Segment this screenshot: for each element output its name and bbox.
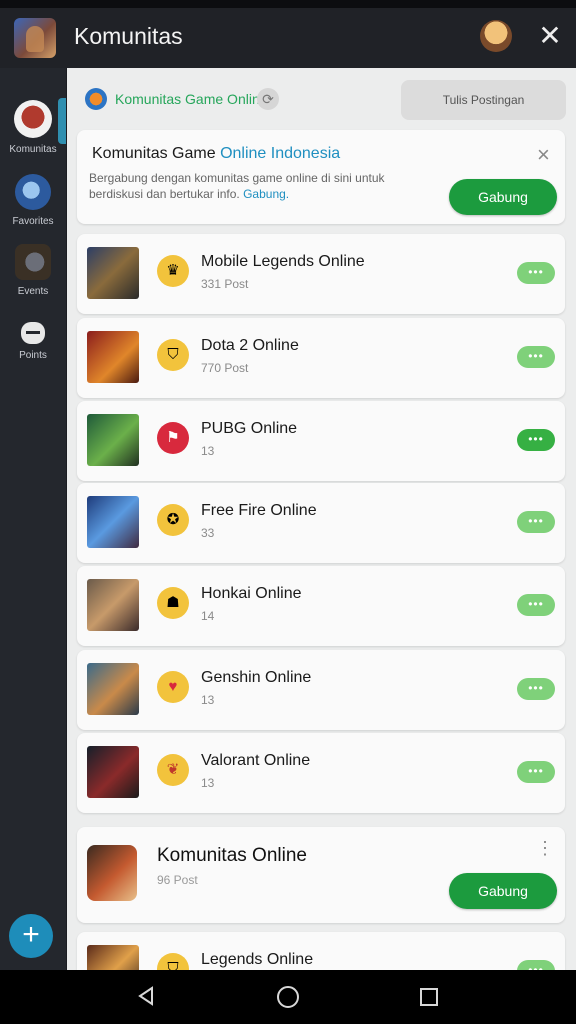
sidebar-item-events[interactable]: Events <box>0 244 66 297</box>
community-header: Komunitas Game Online ⟳ Tulis Postingan <box>67 68 576 128</box>
game-thumbnail <box>87 945 139 970</box>
list-item[interactable]: ☗ Honkai Online 14 ••• <box>77 566 565 646</box>
post-count: 96 Post <box>157 873 198 887</box>
join-button[interactable]: Gabung <box>449 873 557 909</box>
post-count: 33 <box>201 526 215 540</box>
list-item[interactable]: ⚑ PUBG Online 13 ••• <box>77 401 565 481</box>
sidebar: Komunitas Favorites Events Points + <box>0 68 66 970</box>
close-icon[interactable]: ✕ <box>534 20 566 52</box>
banner-title-accent: Online Indonesia <box>220 145 341 162</box>
shield-icon: ⛉ <box>157 953 189 970</box>
join-button[interactable]: Gabung <box>449 179 557 215</box>
post-count: 13 <box>201 776 215 790</box>
banner-description: Bergabung dengan komunitas game online d… <box>89 170 439 202</box>
welcome-banner: Komunitas Game Online Indonesia Bergabun… <box>77 130 565 224</box>
post-count: 13 <box>201 693 215 707</box>
back-icon[interactable] <box>136 986 156 1006</box>
favorites-icon <box>15 174 51 210</box>
game-title: Free Fire Online <box>201 502 317 519</box>
list-item[interactable]: ❦ Valorant Online 13 ••• <box>77 733 565 813</box>
list-item[interactable]: ♥ Genshin Online 13 ••• <box>77 650 565 730</box>
game-thumbnail <box>87 496 139 548</box>
post-count: 331 Post <box>201 277 249 291</box>
more-button[interactable]: ••• <box>517 429 555 451</box>
create-button[interactable]: + <box>9 914 53 958</box>
community-thumbnail <box>87 845 137 901</box>
list-item[interactable]: ♛ Mobile Legends Online 331 Post ••• <box>77 234 565 314</box>
sidebar-item-label: Komunitas <box>9 144 57 155</box>
sidebar-item-points[interactable]: Points <box>0 322 66 361</box>
status-bar <box>0 0 576 8</box>
events-icon <box>15 244 51 280</box>
community-logo <box>85 88 107 110</box>
kebab-menu-icon[interactable]: ⋮ <box>535 839 555 857</box>
more-button[interactable]: ••• <box>517 511 555 533</box>
more-button[interactable]: ••• <box>517 960 555 970</box>
beast-icon: ✪ <box>157 504 189 536</box>
leaf-icon: ❦ <box>157 754 189 786</box>
sidebar-item-label: Points <box>19 350 47 361</box>
game-thumbnail <box>87 663 139 715</box>
game-title: Legends Online <box>201 951 314 968</box>
list-item[interactable]: ✪ Free Fire Online 33 ••• <box>77 483 565 563</box>
recents-icon[interactable] <box>420 988 438 1006</box>
post-count: 13 <box>201 444 215 458</box>
post-count: 14 <box>201 609 215 623</box>
compose-button[interactable]: Tulis Postingan <box>401 80 566 120</box>
more-button[interactable]: ••• <box>517 594 555 616</box>
more-button[interactable]: ••• <box>517 262 555 284</box>
shield-icon: ⛉ <box>157 339 189 371</box>
more-button[interactable]: ••• <box>517 678 555 700</box>
demon-icon: ☗ <box>157 587 189 619</box>
game-thumbnail <box>87 331 139 383</box>
heart-icon: ♥ <box>157 671 189 703</box>
game-title: Honkai Online <box>201 585 302 602</box>
close-icon[interactable]: × <box>537 142 550 168</box>
flag-icon: ⚑ <box>157 422 189 454</box>
points-icon <box>21 322 45 344</box>
refresh-icon[interactable]: ⟳ <box>257 88 279 110</box>
banner-title: Komunitas Game Online Indonesia <box>92 145 340 163</box>
app-logo[interactable] <box>14 18 56 58</box>
game-title: Dota 2 Online <box>201 337 299 354</box>
community-icon <box>14 100 52 138</box>
game-thumbnail <box>87 414 139 466</box>
game-title: Mobile Legends Online <box>201 253 365 270</box>
community-name[interactable]: Komunitas Game Online <box>115 91 268 107</box>
list-item[interactable]: ⛉ Dota 2 Online 770 Post ••• <box>77 318 565 398</box>
profile-avatar[interactable] <box>480 20 512 52</box>
more-button[interactable]: ••• <box>517 346 555 368</box>
feed: Komunitas Game Online ⟳ Tulis Postingan … <box>67 68 576 970</box>
banner-link[interactable]: Gabung. <box>243 187 289 201</box>
system-navigation-bar <box>0 970 576 1024</box>
banner-title-text: Komunitas Game <box>92 145 221 162</box>
app-bar: Komunitas ✕ <box>0 8 576 68</box>
sidebar-item-label: Events <box>17 286 49 297</box>
page-title: Komunitas <box>74 23 183 49</box>
sidebar-item-favorites[interactable]: Favorites <box>0 174 66 227</box>
game-title: PUBG Online <box>201 420 298 437</box>
game-title: Genshin Online <box>201 669 312 686</box>
banner-description-text: Bergabung dengan komunitas game online d… <box>89 171 385 201</box>
crown-icon: ♛ <box>157 255 189 287</box>
list-item[interactable]: ⛉ Legends Online ••• <box>77 932 565 970</box>
game-thumbnail <box>87 247 139 299</box>
more-button[interactable]: ••• <box>517 761 555 783</box>
game-title: Valorant Online <box>201 752 311 769</box>
game-thumbnail <box>87 579 139 631</box>
featured-community-card[interactable]: Komunitas Online 96 Post ⋮ Gabung <box>77 827 565 923</box>
home-icon[interactable] <box>277 986 299 1008</box>
sidebar-item-label: Favorites <box>12 216 54 227</box>
sidebar-item-communities[interactable]: Komunitas <box>0 100 66 155</box>
post-count: 770 Post <box>201 361 249 375</box>
featured-title: Komunitas Online <box>157 845 307 866</box>
game-thumbnail <box>87 746 139 798</box>
